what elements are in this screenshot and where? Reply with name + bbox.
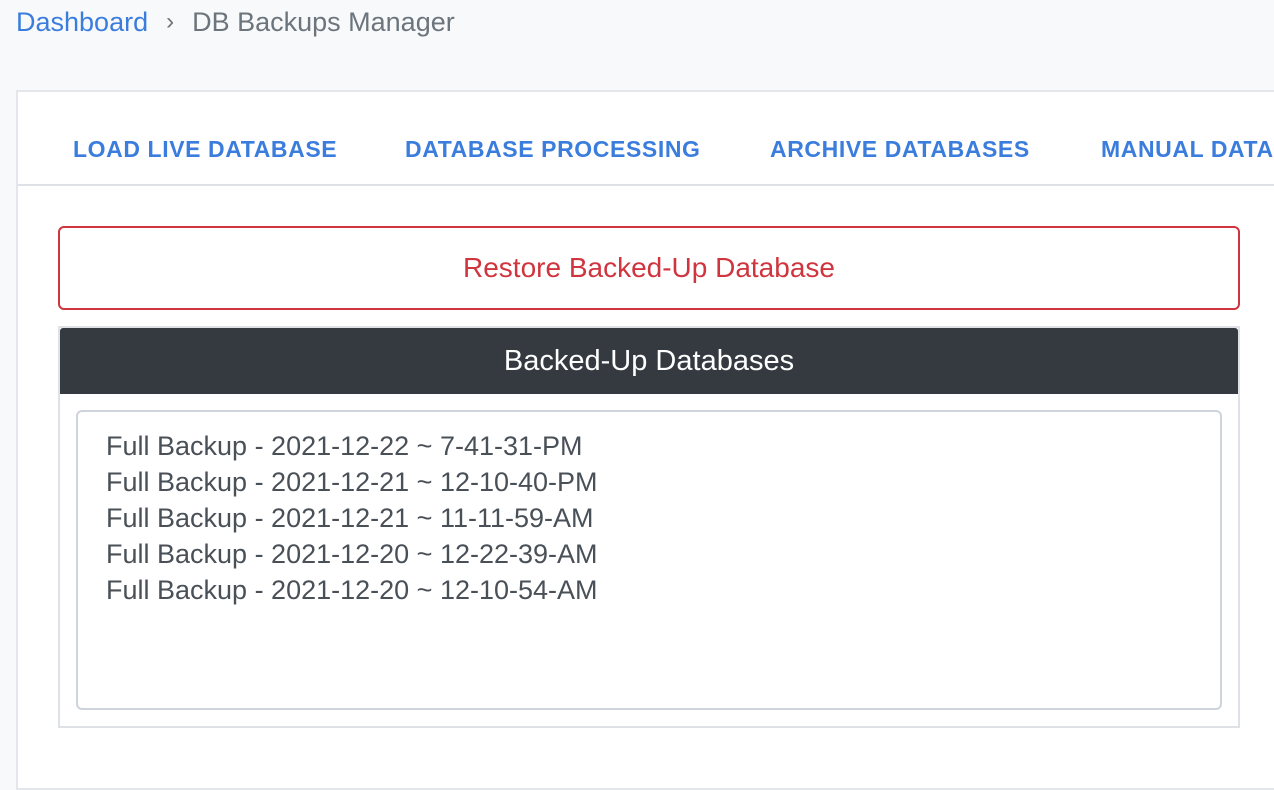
restore-backup-button[interactable]: Restore Backed-Up Database: [58, 226, 1240, 310]
backup-list-select[interactable]: Full Backup - 2021-12-22 ~ 7-41-31-PM Fu…: [76, 410, 1222, 710]
tab-database-processing[interactable]: DATABASE PROCESSING: [405, 136, 701, 163]
breadcrumb-dashboard-link[interactable]: Dashboard: [16, 7, 148, 38]
backups-panel: Backed-Up Databases Full Backup - 2021-1…: [58, 326, 1240, 728]
backup-option[interactable]: Full Backup - 2021-12-21 ~ 12-10-40-PM: [106, 464, 1220, 500]
backup-option[interactable]: Full Backup - 2021-12-22 ~ 7-41-31-PM: [106, 428, 1220, 464]
breadcrumb: Dashboard › DB Backups Manager: [16, 4, 455, 40]
tab-load-live-database[interactable]: LOAD LIVE DATABASE: [73, 136, 337, 163]
breadcrumb-separator: ›: [166, 8, 175, 35]
tab-bar: LOAD LIVE DATABASE DATABASE PROCESSING A…: [18, 92, 1274, 186]
backups-card: LOAD LIVE DATABASE DATABASE PROCESSING A…: [16, 90, 1274, 790]
backups-panel-header: Backed-Up Databases: [60, 328, 1238, 394]
tab-archive-databases[interactable]: ARCHIVE DATABASES: [770, 136, 1030, 163]
backup-option[interactable]: Full Backup - 2021-12-20 ~ 12-10-54-AM: [106, 572, 1220, 608]
backup-option[interactable]: Full Backup - 2021-12-21 ~ 11-11-59-AM: [106, 500, 1220, 536]
backup-option[interactable]: Full Backup - 2021-12-20 ~ 12-22-39-AM: [106, 536, 1220, 572]
breadcrumb-current: DB Backups Manager: [192, 6, 455, 37]
tab-manual-data[interactable]: MANUAL DATA: [1101, 136, 1274, 163]
